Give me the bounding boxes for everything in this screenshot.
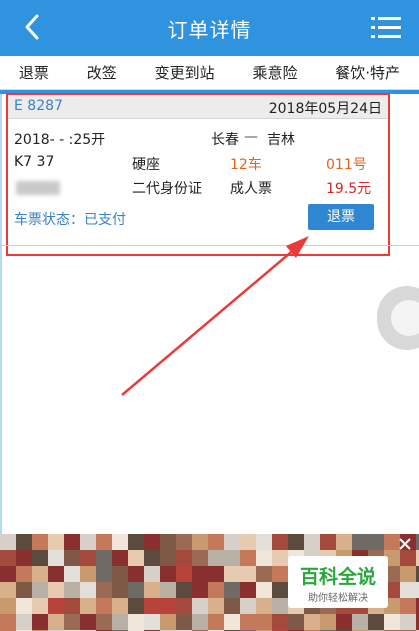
- route-separator: —: [244, 129, 258, 145]
- brand-tagline: 助你轻松解决: [308, 593, 368, 604]
- tab-change-destination[interactable]: 变更到站: [136, 62, 234, 83]
- content-divider: [0, 245, 419, 246]
- scroll-handle-knob: [391, 300, 419, 336]
- seat-type: 硬座: [132, 157, 160, 173]
- order-header: E 8287 2018年05月24日: [8, 95, 388, 119]
- order-date: 2018年05月24日: [268, 101, 382, 117]
- ticket-row-seat: K7 37 硬座 12车 011号: [8, 154, 388, 174]
- tab-change[interactable]: 改签: [68, 62, 136, 83]
- brand-name: 百科全说: [299, 566, 376, 588]
- ticket-row-time: 2018- - :25开 长春 — 吉林: [8, 129, 388, 149]
- car-number: 12车: [230, 157, 262, 173]
- close-icon[interactable]: [397, 536, 413, 552]
- app-header: 订单详情: [0, 0, 419, 56]
- action-tabs: 退票 改签 变更到站 乘意险 餐饮·特产: [0, 56, 419, 90]
- passenger-name: [16, 181, 60, 195]
- order-number: E 8287: [14, 98, 63, 114]
- ticket-type: 成人票: [230, 181, 272, 197]
- route-to: 吉林: [267, 132, 295, 148]
- id-type: 二代身份证: [132, 181, 202, 197]
- baike-brand-logo: 百科全说 助你轻松解决: [288, 556, 388, 608]
- tab-food-specialty[interactable]: 餐饮·特产: [316, 62, 419, 83]
- train-number: K7 37: [14, 154, 55, 170]
- tab-travel-insurance[interactable]: 乘意险: [234, 62, 317, 83]
- refund-button[interactable]: 退票: [308, 204, 374, 230]
- order-card: E 8287 2018年05月24日 2018- - :25开 长春 — 吉林 …: [6, 93, 390, 256]
- list-menu-icon[interactable]: [371, 14, 401, 42]
- departure-time: 2018- - :25开: [14, 132, 106, 148]
- ticket-status: 车票状态：已支付: [14, 212, 126, 228]
- tab-refund[interactable]: 退票: [0, 62, 68, 83]
- floating-scroll-handle[interactable]: [377, 286, 419, 350]
- route-from: 长春: [211, 132, 239, 148]
- ticket-price: 19.5元: [326, 181, 372, 197]
- seat-number: 011号: [326, 157, 367, 173]
- page-title: 订单详情: [167, 18, 252, 42]
- ticket-row-passenger: 二代身份证 成人票 19.5元: [8, 178, 388, 198]
